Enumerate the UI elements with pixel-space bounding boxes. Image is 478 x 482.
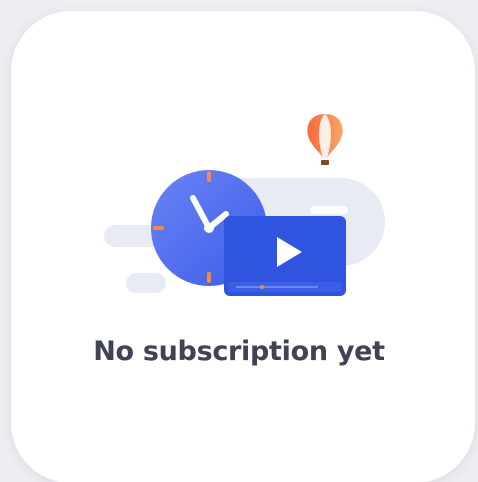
hot-air-balloon-icon bbox=[307, 114, 343, 165]
video-play-icon bbox=[224, 216, 346, 296]
empty-state-illustration bbox=[104, 114, 385, 296]
empty-state-title: No subscription yet bbox=[93, 336, 385, 367]
